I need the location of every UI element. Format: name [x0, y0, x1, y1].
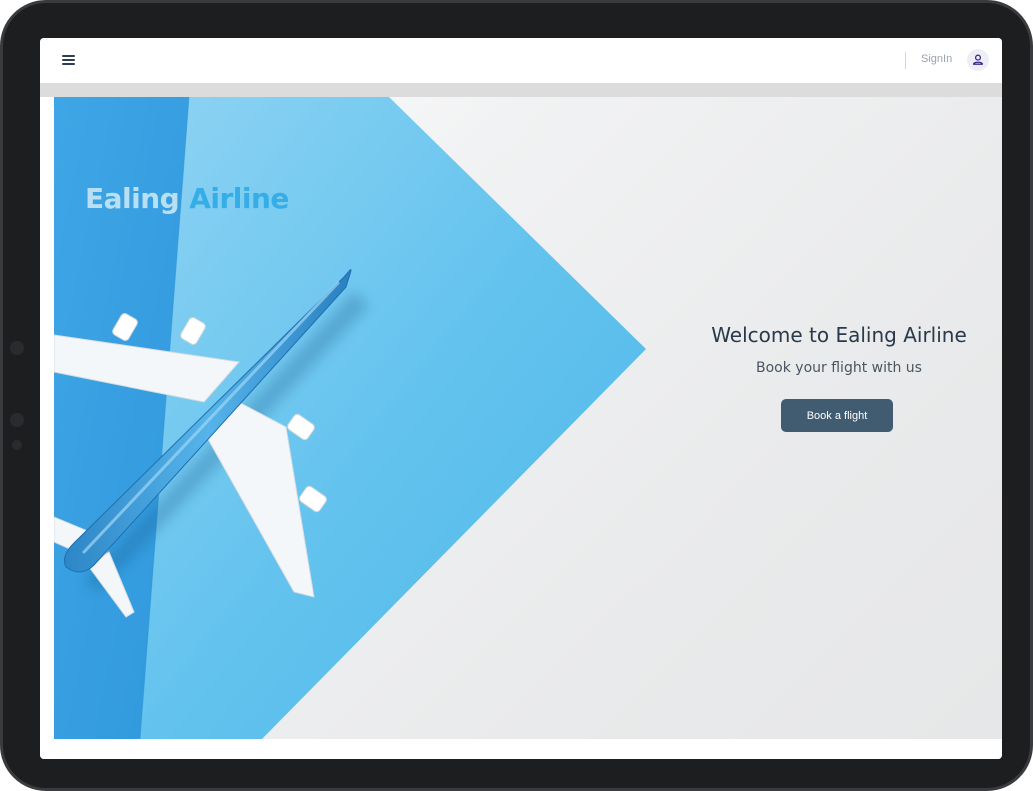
signin-link[interactable]: SignIn	[921, 53, 952, 65]
header-separator-strip	[40, 83, 1002, 97]
brand-word-airline: Airline	[189, 182, 289, 215]
user-icon	[972, 54, 984, 65]
hero-subtitle: Book your flight with us	[756, 360, 922, 376]
hero-title: Welcome to Ealing Airline	[711, 323, 967, 347]
brand-word-ealing: Ealing	[85, 182, 180, 215]
book-flight-button[interactable]: Book a flight	[781, 399, 893, 432]
brand-logo-text: Ealing Airline	[85, 182, 289, 215]
device-side-button	[10, 341, 24, 355]
app-screen: SignIn Ealing Airline Welcome to Ealing …	[40, 38, 1002, 759]
tablet-device-frame: SignIn Ealing Airline Welcome to Ealing …	[0, 0, 1033, 791]
hamburger-menu-icon[interactable]	[62, 55, 76, 66]
user-account-button[interactable]	[967, 49, 989, 71]
device-side-button	[12, 440, 22, 450]
footer-strip	[40, 739, 1002, 759]
device-side-button	[10, 413, 24, 427]
hero-banner: Ealing Airline Welcome to Ealing Airline …	[54, 97, 1002, 739]
top-navigation-bar: SignIn	[40, 38, 1002, 83]
nav-divider	[905, 52, 906, 69]
